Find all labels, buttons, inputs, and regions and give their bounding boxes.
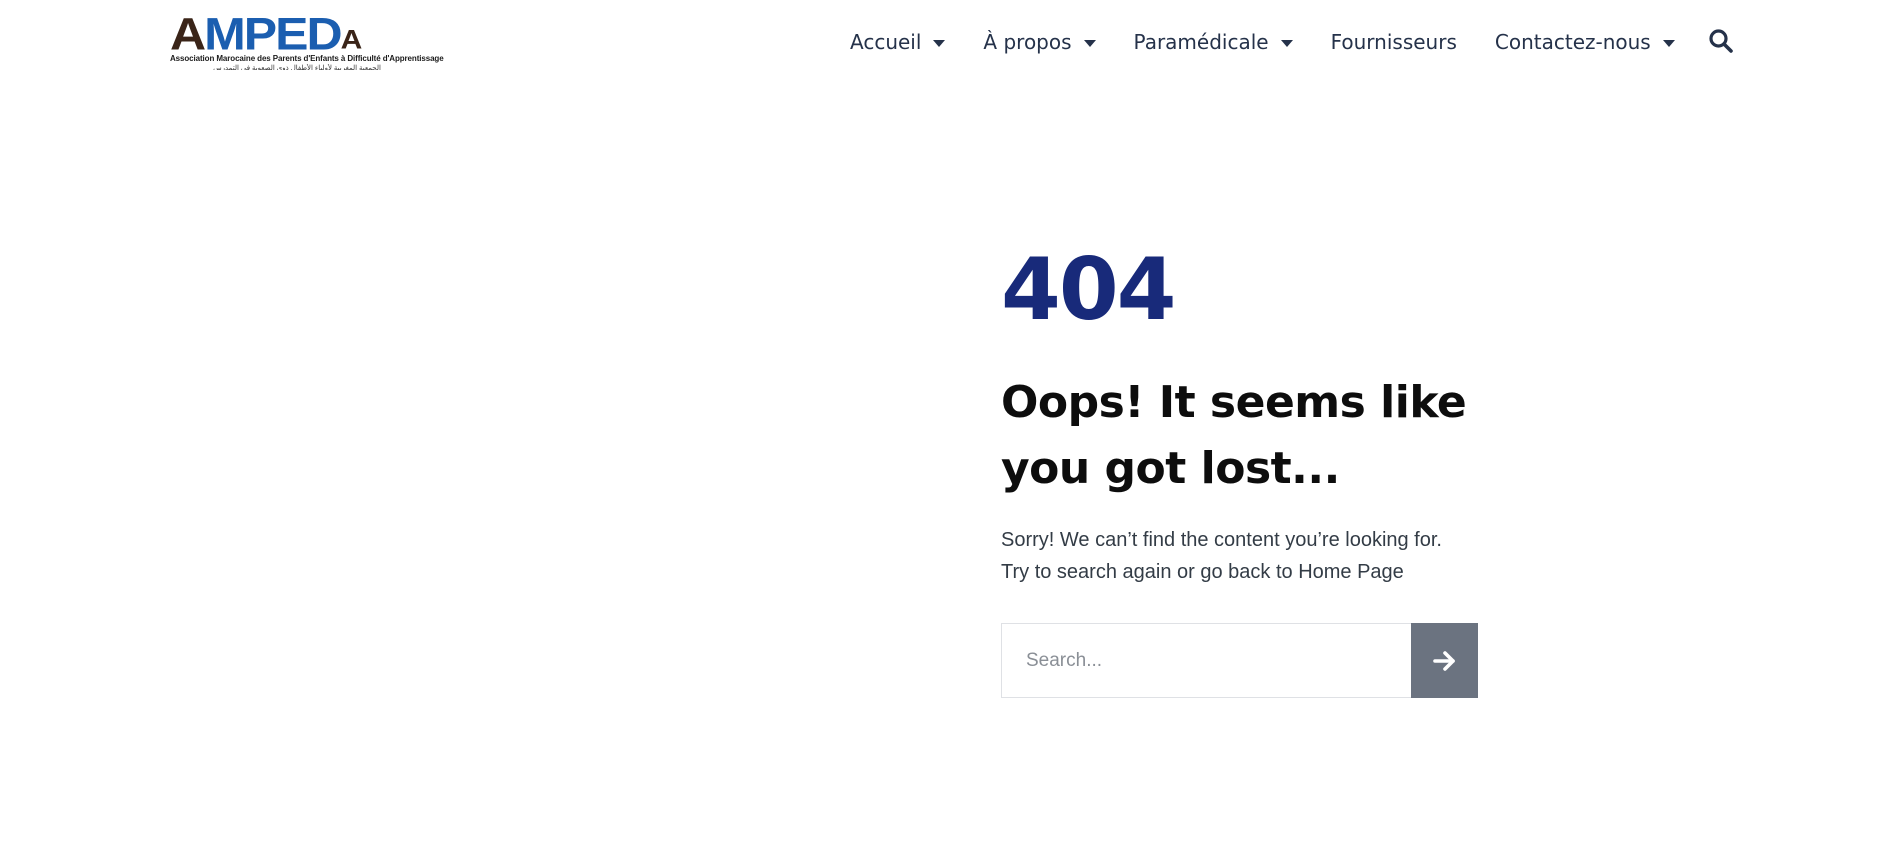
error-message-line-1: Sorry! We can’t find the content you’re … bbox=[1001, 529, 1442, 551]
nav-item-label: Paramédicale bbox=[1133, 30, 1269, 54]
error-content: 404 Oops! It seems like you got lost... … bbox=[1001, 240, 1501, 588]
logo-tagline-arabic: الجمعية المغربية لأولياء الأطفال ذوي الص… bbox=[213, 65, 381, 70]
nav-item-label: Contactez-nous bbox=[1494, 30, 1651, 54]
nav-item-fournisseurs[interactable]: Fournisseurs bbox=[1331, 30, 1457, 54]
nav-item-a-propos[interactable]: À propos bbox=[983, 30, 1096, 54]
caret-down-icon bbox=[933, 39, 946, 47]
logo-wordmark: AMPEDA bbox=[170, 9, 362, 60]
error-code: 404 bbox=[1001, 240, 1177, 340]
caret-down-icon bbox=[1662, 39, 1675, 47]
caret-down-icon bbox=[1083, 39, 1096, 47]
nav-item-label: Fournisseurs bbox=[1330, 30, 1457, 54]
logo-tagline: Association Marocaine des Parents d'Enfa… bbox=[170, 54, 444, 63]
site-logo[interactable]: AMPEDA Association Marocaine des Parents… bbox=[170, 9, 444, 70]
nav-item-paramedicale[interactable]: Paramédicale bbox=[1134, 30, 1293, 54]
caret-down-icon bbox=[1280, 39, 1293, 47]
header-search-button[interactable] bbox=[1708, 28, 1734, 54]
nav-item-contactez-nous[interactable]: Contactez-nous bbox=[1495, 30, 1675, 54]
nav-item-accueil[interactable]: Accueil bbox=[850, 30, 946, 54]
nav-item-label: À propos bbox=[983, 30, 1072, 54]
error-headline: Oops! It seems like you got lost... bbox=[1001, 377, 1467, 494]
arrow-right-icon bbox=[1432, 650, 1455, 671]
search-form bbox=[1001, 623, 1478, 698]
site-header: AMPEDA Association Marocaine des Parents… bbox=[0, 0, 1898, 84]
nav-item-label: Accueil bbox=[850, 30, 922, 54]
search-submit-button[interactable] bbox=[1411, 623, 1478, 698]
error-message: Sorry! We can’t find the content you’re … bbox=[1001, 524, 1501, 588]
error-message-line-2: Try to search again or go back to Home P… bbox=[1001, 561, 1404, 583]
search-icon bbox=[1709, 29, 1733, 53]
search-input[interactable] bbox=[1001, 623, 1411, 698]
main-nav: Accueil À propos Paramédicale Fournisseu… bbox=[850, 26, 1713, 58]
